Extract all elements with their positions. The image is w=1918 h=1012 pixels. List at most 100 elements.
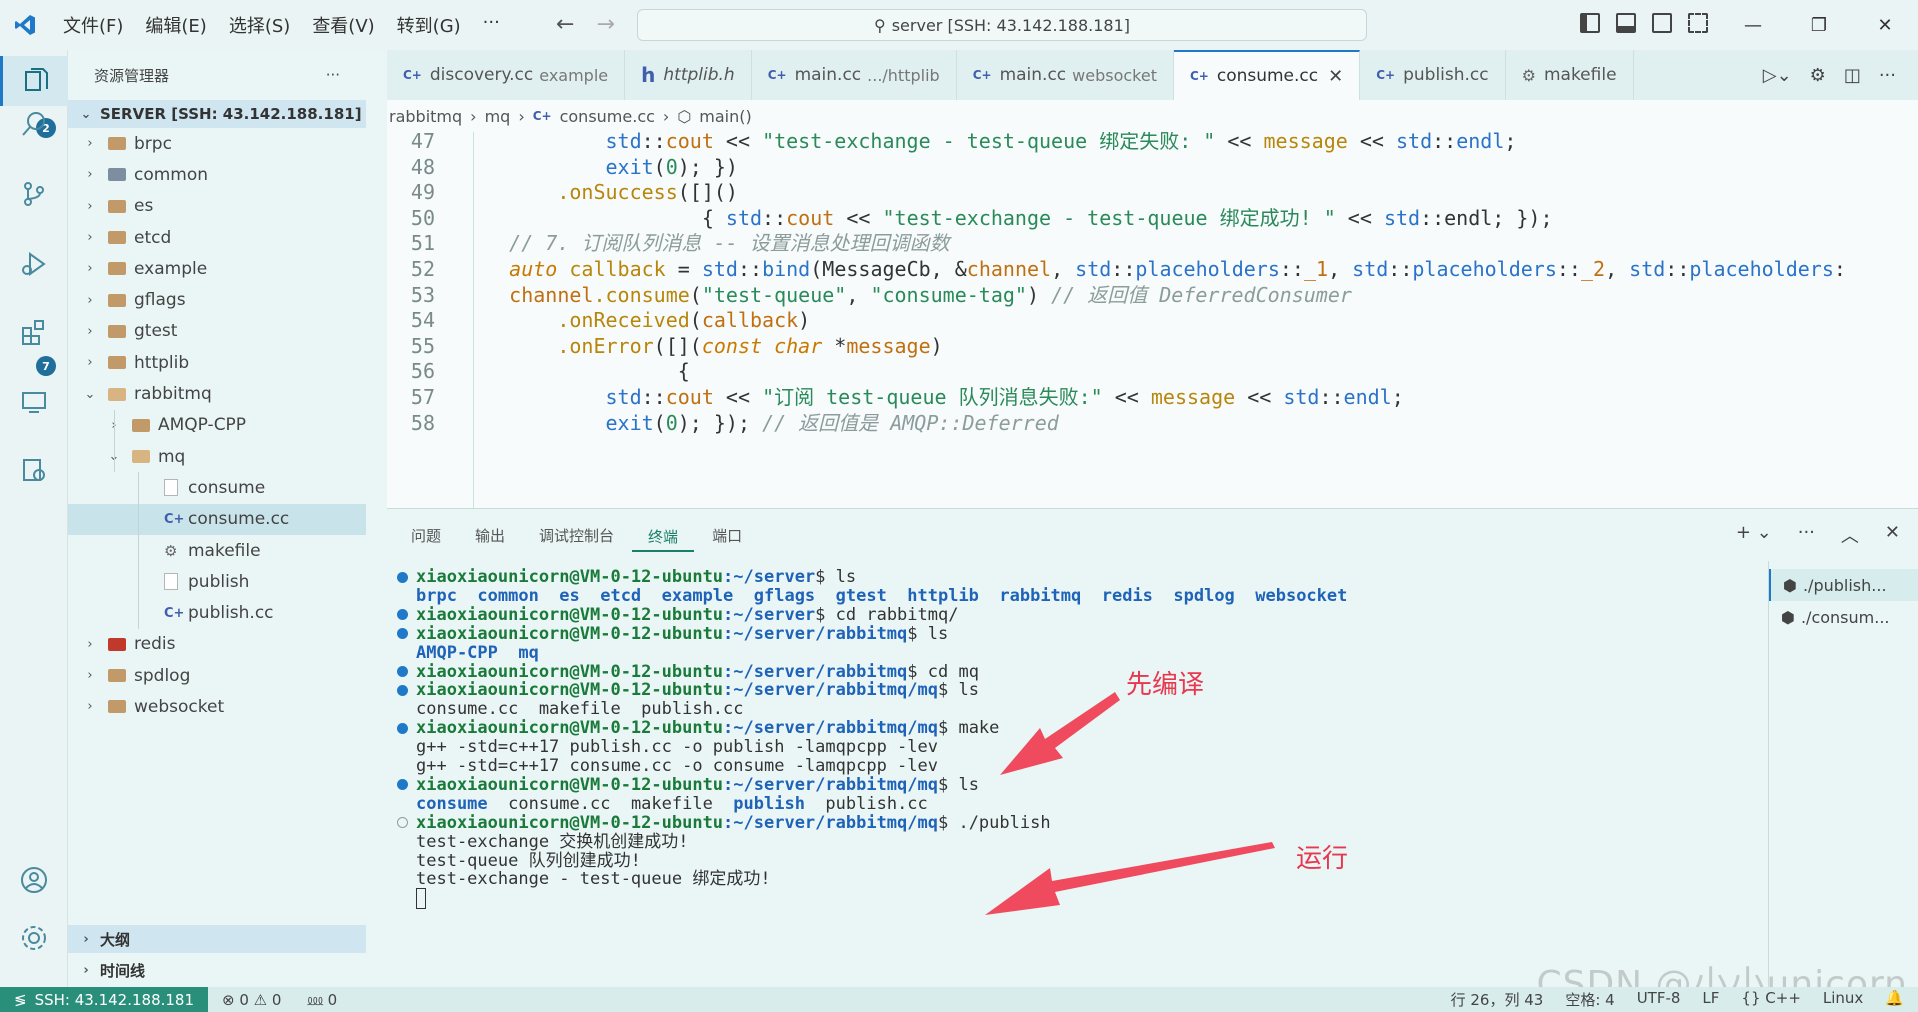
os-label[interactable]: Linux bbox=[1823, 989, 1863, 1010]
tree-item[interactable]: › httplib bbox=[68, 347, 366, 378]
panel-tab[interactable]: 终端 bbox=[632, 522, 695, 552]
more-actions-button[interactable]: ··· bbox=[1879, 65, 1896, 86]
workspace-section-header[interactable]: ⌄ SERVER [SSH: 43.142.188.181] bbox=[68, 100, 366, 128]
panel-tab[interactable]: 输出 bbox=[459, 509, 521, 561]
explorer-more-button[interactable]: ··· bbox=[326, 66, 340, 84]
back-arrow-icon[interactable]: ← bbox=[556, 12, 574, 37]
tree-item[interactable]: ›AMQP-CPP bbox=[68, 409, 366, 441]
tree-item[interactable]: ⌄mq bbox=[68, 440, 366, 473]
manage-gear-icon[interactable] bbox=[16, 920, 52, 956]
split-editor-icon[interactable]: ◫ bbox=[1844, 65, 1861, 86]
settings-sync-icon[interactable] bbox=[16, 452, 52, 488]
command-status-dot[interactable] bbox=[397, 609, 408, 621]
editor-tab[interactable]: ⚙ makefile bbox=[1506, 50, 1634, 100]
tree-item[interactable]: › redis bbox=[68, 629, 366, 660]
tree-item[interactable]: publish bbox=[68, 566, 366, 598]
tree-item[interactable]: ⚙ makefile bbox=[68, 534, 366, 567]
breadcrumb-item[interactable]: consume.cc bbox=[560, 107, 655, 126]
outline-section[interactable]: › 大纲 bbox=[68, 925, 366, 953]
remote-indicator[interactable]: ≶ SSH: 43.142.188.181 bbox=[0, 987, 209, 1012]
command-status-dot[interactable] bbox=[397, 779, 408, 791]
tree-item[interactable]: › websocket bbox=[68, 691, 366, 722]
tree-item[interactable]: consume bbox=[68, 472, 366, 504]
panel-tab[interactable]: 调试控制台 bbox=[523, 509, 630, 561]
editor-tab[interactable]: C+ consume.cc ✕ bbox=[1173, 50, 1361, 100]
tree-item[interactable]: C+ publish.cc bbox=[68, 597, 366, 629]
new-terminal-button[interactable]: + ⌄ bbox=[1736, 522, 1772, 548]
toggle-secondary-sidebar-icon[interactable] bbox=[1652, 13, 1672, 33]
menu-item[interactable]: 选择(S) bbox=[218, 12, 301, 38]
menu-item[interactable]: 文件(F) bbox=[52, 12, 134, 38]
cursor-position[interactable]: 行 26，列 43 bbox=[1451, 989, 1544, 1010]
command-status-dot[interactable] bbox=[397, 571, 408, 583]
encoding[interactable]: UTF-8 bbox=[1637, 989, 1681, 1010]
tree-item[interactable]: › common bbox=[68, 159, 366, 190]
remote-explorer-icon[interactable] bbox=[16, 384, 52, 420]
code-editor[interactable]: 47 std::cout << "test-exchange - test-qu… bbox=[387, 132, 1918, 508]
tree-item[interactable]: › spdlog bbox=[68, 660, 366, 691]
code-token: = bbox=[665, 257, 702, 281]
source-control-icon[interactable] bbox=[16, 176, 52, 212]
tree-item[interactable]: › example bbox=[68, 253, 366, 284]
tree-item[interactable]: › gtest bbox=[68, 316, 366, 347]
editor-tab[interactable]: h httplib.h bbox=[625, 50, 752, 100]
account-icon[interactable] bbox=[16, 862, 52, 898]
panel-tab[interactable]: 端口 bbox=[696, 509, 758, 561]
gear-icon[interactable]: ⚙ bbox=[1810, 65, 1826, 86]
editor-tab[interactable]: C+ discovery.cc example bbox=[387, 50, 626, 100]
extensions-icon[interactable] bbox=[16, 314, 52, 350]
panel-more-button[interactable]: ··· bbox=[1798, 522, 1815, 548]
menu-item[interactable]: 编辑(E) bbox=[134, 12, 217, 38]
menu-item[interactable]: 转到(G) bbox=[386, 12, 472, 38]
editor-tab[interactable]: C+ main.cc websocket bbox=[957, 50, 1174, 100]
forward-arrow-icon[interactable]: → bbox=[596, 12, 614, 37]
explorer-sidebar: 资源管理器 ··· ⌄ SERVER [SSH: 43.142.188.181]… bbox=[68, 50, 366, 987]
panel-tab[interactable]: 问题 bbox=[395, 509, 457, 561]
code-token: ; bbox=[1504, 132, 1517, 153]
notifications-bell-icon[interactable]: 🔔 bbox=[1885, 989, 1904, 1010]
toggle-sidebar-icon[interactable] bbox=[1580, 13, 1600, 33]
toggle-panel-icon[interactable] bbox=[1616, 13, 1636, 33]
timeline-section[interactable]: › 时间线 bbox=[68, 956, 366, 984]
breadcrumb-item[interactable]: main() bbox=[699, 107, 751, 126]
run-debug-icon[interactable] bbox=[16, 246, 52, 282]
editor-tab[interactable]: C+ main.cc .../httplib bbox=[752, 50, 957, 100]
command-center[interactable]: ⚲ server [SSH: 43.142.188.181] bbox=[637, 9, 1367, 41]
close-tab-icon[interactable]: ✕ bbox=[1328, 66, 1343, 87]
ports-indicator[interactable]: ⅏ 0 bbox=[307, 990, 337, 1010]
tree-item[interactable]: › es bbox=[68, 191, 366, 222]
search-icon[interactable] bbox=[16, 106, 52, 142]
tree-item[interactable]: › brpc bbox=[68, 128, 366, 159]
breadcrumb-item[interactable]: mq bbox=[485, 107, 511, 126]
run-icon[interactable]: ▷⌄ bbox=[1763, 65, 1792, 86]
breadcrumb-item[interactable]: rabbitmq bbox=[389, 107, 462, 126]
close-window-button[interactable]: ✕ bbox=[1852, 0, 1918, 50]
tree-item[interactable]: › etcd bbox=[68, 222, 366, 253]
menu-item[interactable]: ··· bbox=[472, 12, 511, 38]
close-panel-button[interactable]: ✕ bbox=[1885, 522, 1900, 548]
end-of-line[interactable]: LF bbox=[1702, 989, 1719, 1010]
tree-item[interactable]: C+ consume.cc bbox=[68, 503, 366, 535]
terminal-instance[interactable]: ⬢ ./publish... bbox=[1769, 569, 1918, 601]
indentation[interactable]: 空格: 4 bbox=[1565, 989, 1614, 1010]
folder-icon bbox=[108, 293, 126, 307]
minimize-button[interactable]: — bbox=[1720, 0, 1786, 50]
command-status-dot[interactable] bbox=[397, 817, 408, 829]
maximize-button[interactable]: ❐ bbox=[1786, 0, 1852, 50]
tree-item[interactable]: › gflags bbox=[68, 284, 366, 315]
menu-item[interactable]: 查看(V) bbox=[301, 12, 385, 38]
terminal-output[interactable]: xiaoxiaounicorn@VM-0-12-ubuntu:~/server$… bbox=[387, 561, 1767, 988]
command-status-dot[interactable] bbox=[397, 722, 408, 734]
command-status-dot[interactable] bbox=[397, 666, 408, 677]
problems-indicator[interactable]: ⊗ 0 ⚠ 0 bbox=[222, 991, 281, 1009]
customize-layout-icon[interactable] bbox=[1688, 13, 1708, 33]
explorer-icon[interactable] bbox=[0, 56, 68, 106]
terminal-instance[interactable]: ⬢ ./consum... bbox=[1769, 601, 1918, 633]
language-mode[interactable]: {} C++ bbox=[1741, 989, 1800, 1010]
command-status-dot[interactable] bbox=[397, 684, 408, 696]
maximize-panel-button[interactable]: ︿ bbox=[1841, 522, 1859, 548]
tree-item[interactable]: ⌄ rabbitmq bbox=[68, 378, 366, 409]
command-status-dot[interactable] bbox=[397, 628, 408, 640]
editor-tab[interactable]: C+ publish.cc bbox=[1360, 50, 1506, 100]
terminal-cursor[interactable] bbox=[416, 887, 426, 909]
